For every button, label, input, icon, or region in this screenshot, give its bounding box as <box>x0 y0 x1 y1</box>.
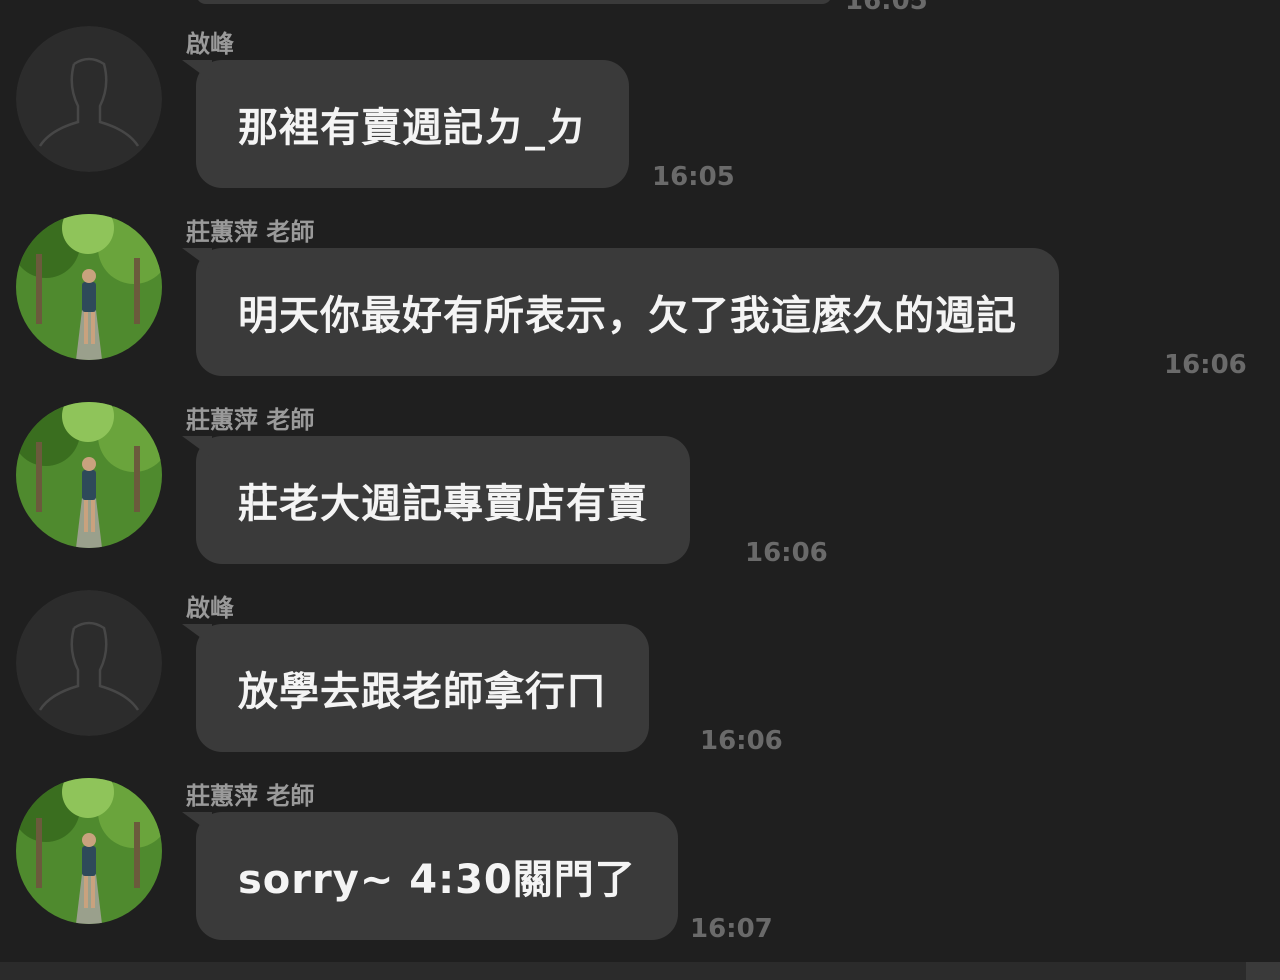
send-area[interactable] <box>1246 962 1280 980</box>
message-row: 啟峰 放學去跟老師拿行ㄇ 16:06 <box>0 564 1280 756</box>
default-person-icon[interactable] <box>16 26 162 172</box>
message-text: 明天你最好有所表示，欠了我這麼久的週記 <box>238 293 1017 339</box>
message-text: 莊老大週記專賣店有賣 <box>238 481 648 527</box>
message-row: 莊蕙萍 老師 明天你最好有所表示，欠了我這麼久的週記 16:06 <box>0 188 1280 380</box>
sender-name: 啟峰 <box>186 30 234 58</box>
sender-name: 莊蕙萍 老師 <box>186 782 315 810</box>
message-bubble[interactable]: sorry~ 4:30關門了 <box>196 812 678 940</box>
message-row: 莊蕙萍 老師 sorry~ 4:30關門了 16:07 <box>0 752 1280 944</box>
sender-name: 啟峰 <box>186 594 234 622</box>
sender-name: 莊蕙萍 老師 <box>186 218 315 246</box>
chat-view[interactable]: 16:05 啟峰 那裡有賣週記ㄉ_ㄉ 16:05 莊蕙萍 老師 明天你最好有所表… <box>0 0 1280 980</box>
photo-avatar[interactable] <box>16 214 162 360</box>
message-text: sorry~ 4:30關門了 <box>238 857 636 903</box>
message-row: 啟峰 那裡有賣週記ㄉ_ㄉ 16:05 <box>0 0 1280 192</box>
photo-avatar[interactable] <box>16 402 162 548</box>
message-text: 放學去跟老師拿行ㄇ <box>238 669 607 715</box>
input-bar[interactable] <box>0 962 1280 980</box>
message-bubble[interactable]: 那裡有賣週記ㄉ_ㄉ <box>196 60 629 188</box>
default-person-icon[interactable] <box>16 590 162 736</box>
message-row: 莊蕙萍 老師 莊老大週記專賣店有賣 16:06 <box>0 376 1280 568</box>
message-bubble[interactable]: 放學去跟老師拿行ㄇ <box>196 624 649 752</box>
message-bubble[interactable]: 明天你最好有所表示，欠了我這麼久的週記 <box>196 248 1059 376</box>
message-time: 16:07 <box>690 914 773 944</box>
photo-avatar[interactable] <box>16 778 162 924</box>
sender-name: 莊蕙萍 老師 <box>186 406 315 434</box>
message-text: 那裡有賣週記ㄉ_ㄉ <box>238 105 587 151</box>
message-bubble[interactable]: 莊老大週記專賣店有賣 <box>196 436 690 564</box>
